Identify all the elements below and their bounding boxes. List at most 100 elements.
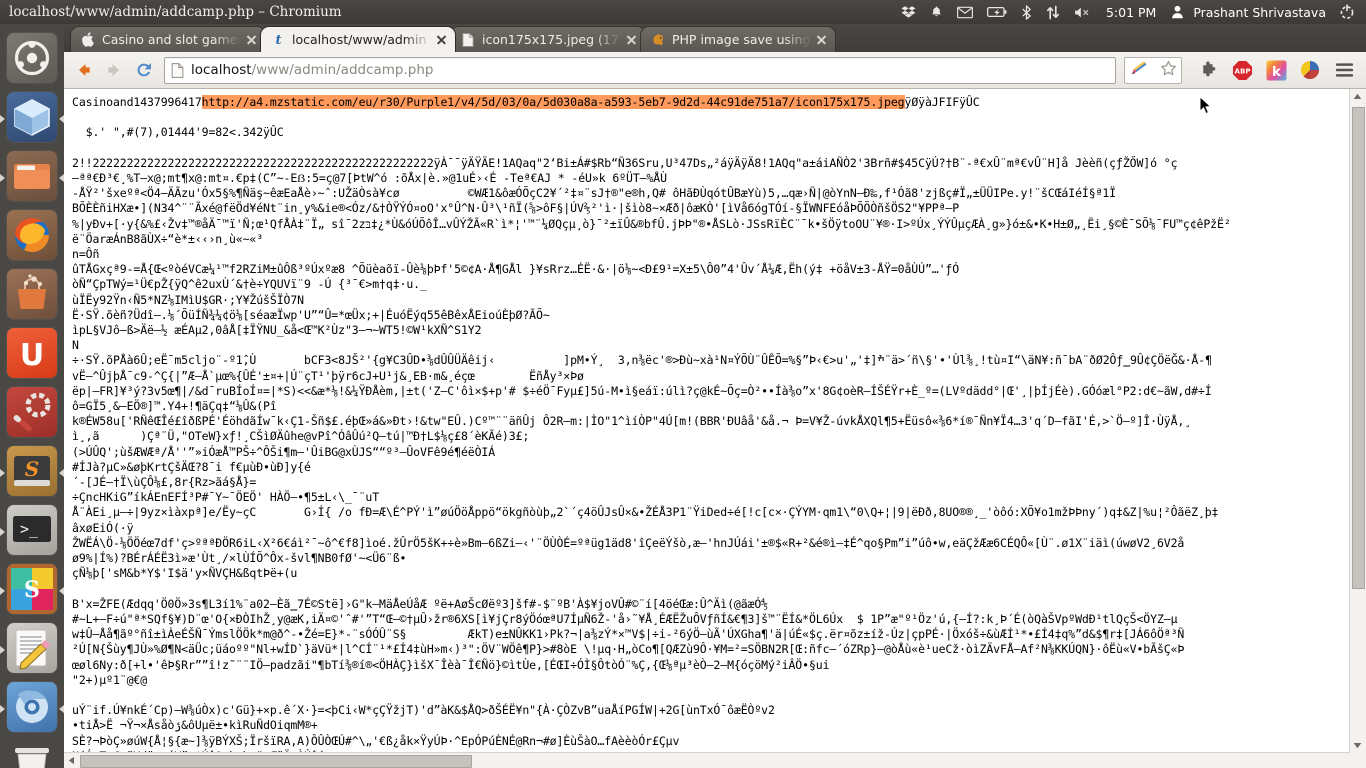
text-line: 2!!2222222222222222222222222222222222222… (72, 156, 1349, 171)
text-line: (>ÚÛQ';ùšÆWÆª/Å''”»iÓæÅ™PŠ÷^ÔŠi¶m—'ÛiBG@… (72, 445, 1349, 460)
running-indicator (0, 469, 5, 477)
unity-top-panel: localhost/www/admin/addcamp.php – Chromi… (0, 0, 1366, 24)
text-line: -ÅŸ²'šxeºª<Ö4—ÄÃzu'Óx5§%¶Ñäş~êæEaÅè›~ˆ:U… (72, 186, 1349, 201)
hamburger-menu-icon[interactable] (1332, 58, 1356, 82)
text-line: #ÍJà?μC»&øþKrtÇšÄŒ?8¯i f€μùÐ•ùÐ]y{é (72, 460, 1349, 475)
text-line (72, 582, 1349, 597)
tumblr-t-icon: t (270, 32, 286, 48)
highlighted-image-url: http://a4.mzstatic.com/eu/r30/Purple1/v4… (202, 95, 905, 109)
chromium-icon[interactable] (7, 682, 57, 732)
chromium-window: Casino and slot games t localhost/www/ad… (64, 24, 1366, 768)
raw-jpeg-text-dump: Casinoand1437996417http://a4.mzstatic.co… (72, 95, 1349, 768)
vertical-scroll-thumb[interactable] (1352, 107, 1365, 589)
focus-indicator (59, 115, 64, 123)
bluetooth-icon[interactable] (1014, 0, 1039, 24)
text-line: %|yÐv+[·y{&%£‹Žv‡™®åÄ¯™ï'Ñ;œ¹QfÅÀ‡¨Ï„ sî… (72, 217, 1349, 232)
ubuntu-software-center-icon[interactable] (7, 269, 57, 319)
text-line: "2+)μº1¨@€@ (72, 673, 1349, 688)
address-bar-text: localhost/www/admin/addcamp.php (191, 62, 434, 78)
close-icon[interactable] (815, 33, 829, 47)
svg-text:ABP: ABP (1234, 66, 1250, 75)
tab-localhost-addcamp[interactable]: t localhost/www/admin (260, 26, 456, 52)
power-gear-icon[interactable] (1332, 0, 1362, 24)
text-line: n=Ôñ (72, 247, 1349, 262)
slack-icon[interactable]: S (7, 564, 57, 614)
text-line: ÷·SŸ.õPÅà6Û;eË¯m5cljo¨-º1̂,Ù bCF3<8JŠ²'{… (72, 353, 1349, 368)
ubuntu-dash-icon[interactable] (7, 33, 57, 83)
page-content: Casinoand1437996417http://a4.mzstatic.co… (64, 89, 1366, 768)
tab-php-image-save-using[interactable]: PHP image save using (640, 26, 836, 52)
sublime-text-icon[interactable]: S (7, 446, 57, 496)
network-icon[interactable] (1039, 0, 1067, 24)
running-indicator (0, 705, 5, 713)
user-avatar-icon[interactable] (1164, 0, 1191, 24)
svg-text:k: k (1272, 64, 1282, 79)
scroll-down-arrow[interactable] (1350, 738, 1365, 753)
text-line: ùÏËy92Ÿn‹Ñ5*NZ⅛IMìU$GR·;Y¥ŽúšŠÏÒ7N (72, 293, 1349, 308)
text-editor-icon[interactable] (7, 623, 57, 673)
text-line: ÷ÇncHKiG”íkÁEnEFÍ³P#¯Y~¯ÖEÖ' HÀÖ—•¶5±L‹\… (72, 490, 1349, 505)
svg-text:U: U (20, 338, 44, 373)
text-line: #~L+—F÷ú"ª*SQf§¥)D¨œ'O{×ÐÒIhŽ¸y@æK,iÄ¤©'… (72, 612, 1349, 627)
workspace-switcher-icon[interactable] (7, 92, 57, 142)
ubuntu-one-icon[interactable]: U (7, 328, 57, 378)
pie-chart-icon[interactable] (1298, 58, 1322, 82)
text-line: Casinoand1437996417http://a4.mzstatic.co… (72, 95, 1349, 110)
puzzle-extension-icon[interactable] (1196, 58, 1220, 82)
address-bar[interactable]: localhost/www/admin/addcamp.php (164, 57, 1116, 84)
text-line: ŽWËÁ\Ö-⅛ÖÖéœ7df'ç>ºªªÐÖR6iL‹X²6€áì²¯~ô^€… (72, 536, 1349, 551)
focus-indicator (59, 174, 64, 182)
scroll-up-arrow[interactable] (1350, 89, 1365, 104)
screen-root: localhost/www/admin/addcamp.php – Chromi… (0, 0, 1366, 768)
dropbox-icon[interactable] (894, 0, 923, 24)
firefox-icon[interactable] (7, 210, 57, 260)
running-indicator (0, 115, 5, 123)
text-line: ô=GÏ5¸&—EÖ®]™.Y4+!¶äÇq‡“⅛Û&(Pî (72, 399, 1349, 414)
notification-bell-icon[interactable] (923, 0, 950, 24)
tab-icon175x175-jpeg[interactable]: icon175x175.jpeg (17 (450, 26, 646, 52)
tab-casino-and-slot-games[interactable]: Casino and slot games (70, 26, 266, 52)
tab-label: PHP image save using (672, 32, 811, 47)
php-elephant-icon (650, 32, 666, 48)
k-colorful-icon[interactable]: k (1264, 58, 1288, 82)
volume-muted-icon[interactable] (1067, 0, 1098, 24)
pen-highlighter-icon[interactable] (1129, 59, 1151, 81)
clock[interactable]: 5:01 PM (1098, 5, 1164, 20)
text-line: —ªª€Ð³€¸%T—x@;mt¶x@:mt¤.€p‡(C”~-Eẞ:5=ç@7… (72, 171, 1349, 186)
window-title: localhost/www/admin/addcamp.php – Chromi… (9, 4, 342, 20)
terminal-icon[interactable]: >_ (7, 505, 57, 555)
text-prefix: Casinoand1437996417 (72, 95, 202, 109)
tab-label: Casino and slot games (102, 32, 241, 47)
text-line: ´-[JÉ—†Ï\ùÇÔ⅛£,8r{Rz>ãá§Å}= (72, 475, 1349, 490)
battery-icon[interactable] (980, 0, 1014, 24)
text-line: ìpL§VJô—ß>Äë—½ æÉAμ2,0âÅ[‡ÏŸNU_&å<Œ™K²Ùz… (72, 323, 1349, 338)
reload-button[interactable] (130, 56, 158, 84)
adblock-plus-icon[interactable]: ABP (1230, 58, 1254, 82)
close-icon[interactable] (435, 33, 449, 47)
text-line (72, 110, 1349, 125)
files-nautilus-icon[interactable] (7, 151, 57, 201)
horizontal-scrollbar[interactable] (64, 752, 1350, 768)
text-line: ì¸,ã )Çª¨Ü,"OTeW}xƒ!¸CŠìØÄûhe@vPî^ÓâÛú²Q… (72, 429, 1349, 444)
text-line: ²Ú[N{Šùy¶JÙ»%Ø¶N<äÜc;üáoºº"Nl+wÍD`}äVü*|… (72, 642, 1349, 657)
text-line: Å¨ÀEi¸μ—÷|9yz×ìàxpª]e/Ëy~çC G›Í{ /o fÐ=Æ… (72, 505, 1349, 520)
trash-icon[interactable] (7, 738, 57, 768)
text-line: vË—^ÛjþÅ¯c9-^Ç{|”Æ—Å`μœ%{ÛÉ'±¤+|Ú¨çT¹'þÿ… (72, 369, 1349, 384)
vertical-scrollbar[interactable] (1349, 89, 1366, 768)
forward-button[interactable] (100, 56, 128, 84)
user-name[interactable]: Prashant Shrivastava (1191, 5, 1332, 20)
tab-label: icon175x175.jpeg (17 (482, 32, 621, 47)
back-button[interactable] (70, 56, 98, 84)
close-icon[interactable] (625, 33, 639, 47)
browser-toolbar: localhost/www/admin/addcamp.php ABP k (64, 52, 1366, 89)
text-line: çÑ⅛þ['sM&b*Y$'I$ä'y×ÑVÇH&ßqtÞë+(u (72, 566, 1349, 581)
system-settings-icon[interactable] (7, 387, 57, 437)
tab-strip: Casino and slot games t localhost/www/ad… (64, 24, 1366, 52)
text-line: âxøEiÓ(·ÿ (72, 521, 1349, 536)
messaging-envelope-icon[interactable] (950, 0, 980, 24)
scroll-left-arrow[interactable] (64, 753, 79, 768)
horizontal-scroll-thumb[interactable] (80, 755, 472, 768)
close-icon[interactable] (245, 33, 259, 47)
bookmark-star-icon[interactable] (1160, 60, 1177, 81)
text-line: Ë·SŸ.õèñ?Üdî—.⅛´ÕüÍÑ¾¼¢ö⅛[séaæÏwp'U”“Û=*… (72, 308, 1349, 323)
